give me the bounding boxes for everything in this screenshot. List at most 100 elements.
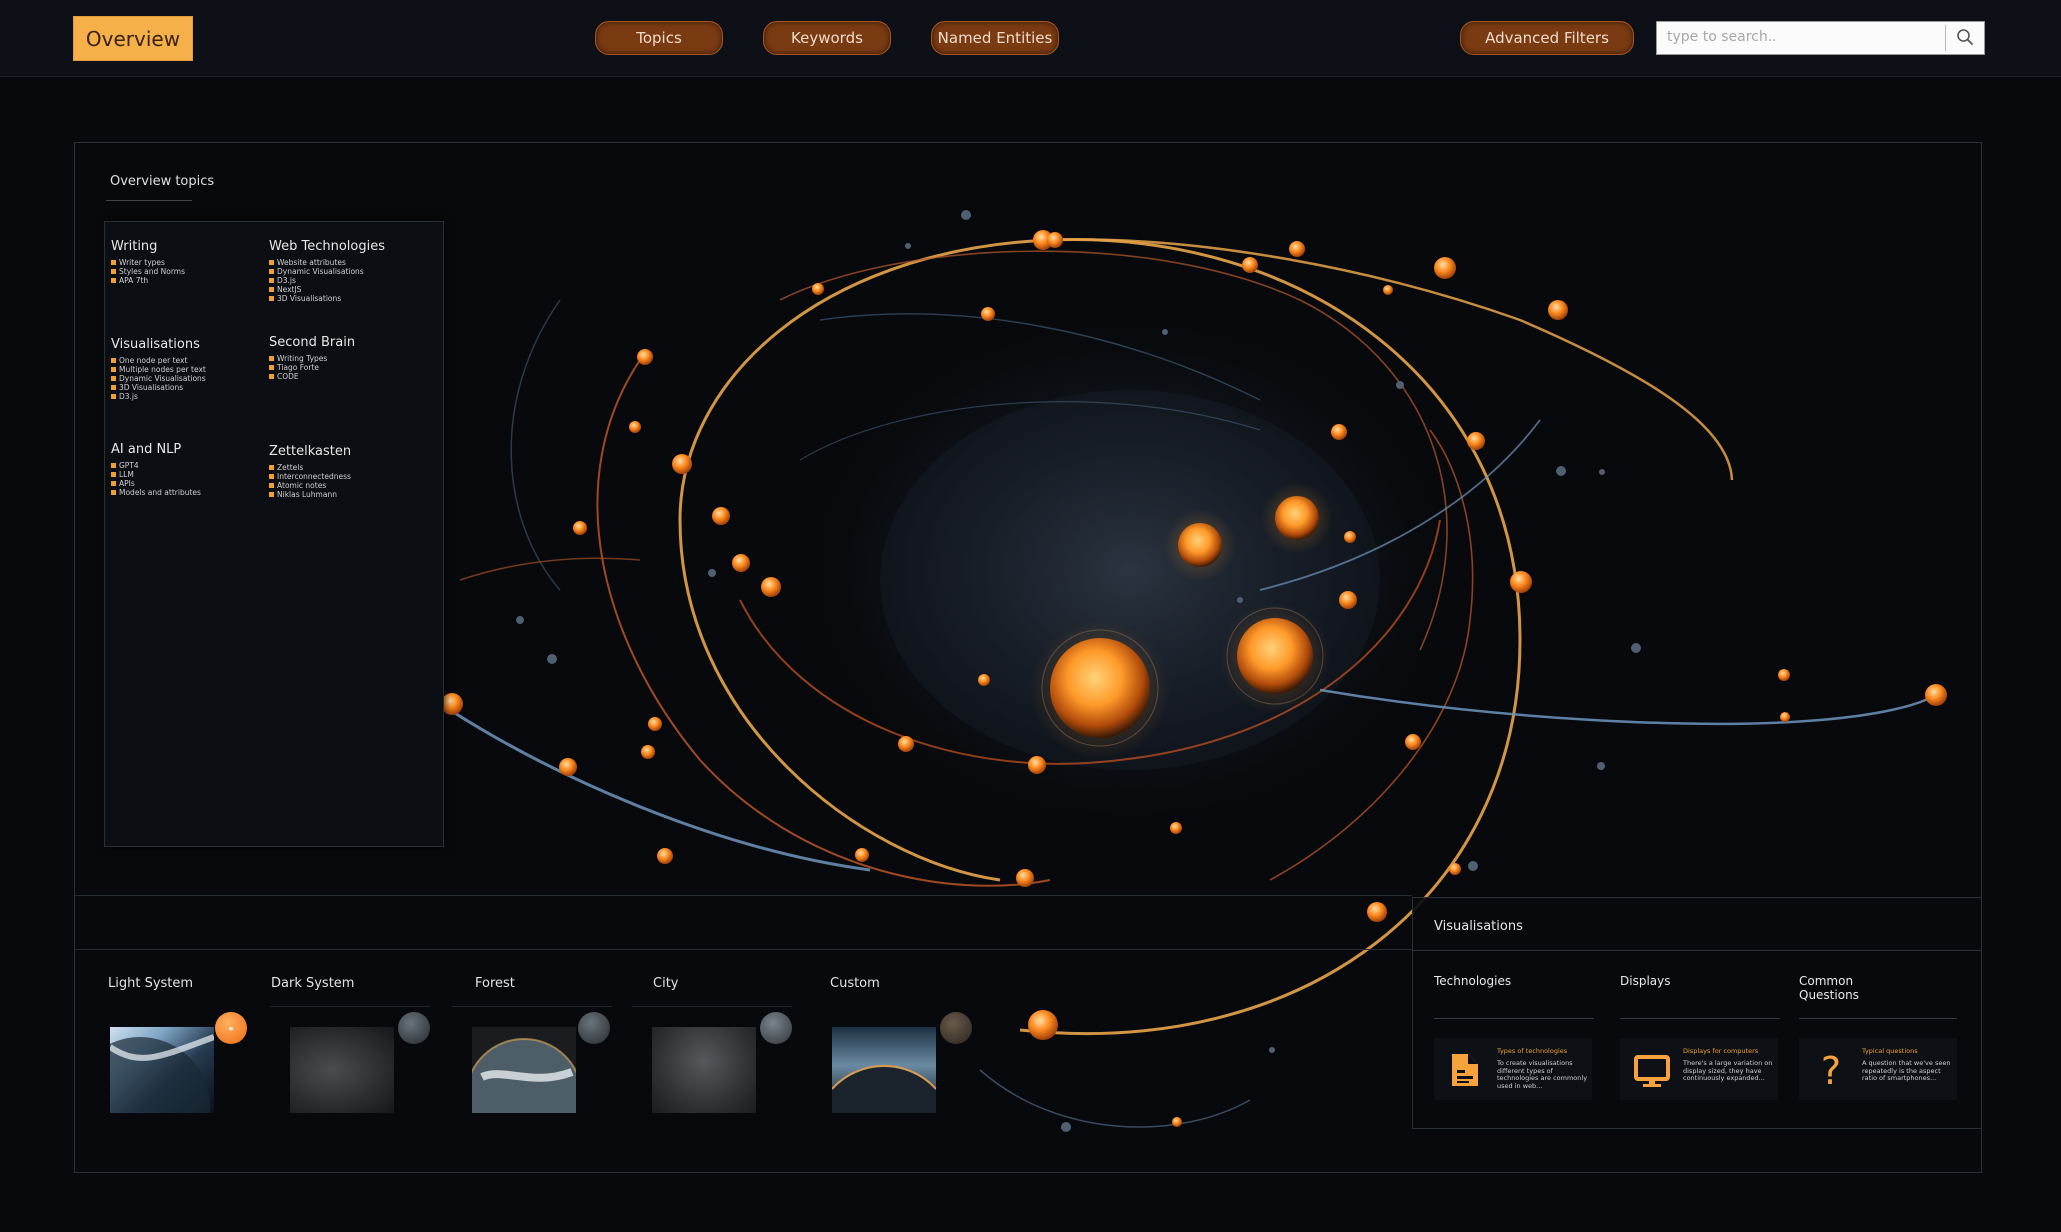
graph-node[interactable] bbox=[1925, 684, 1947, 706]
topic-item[interactable]: CODE bbox=[269, 372, 355, 381]
topic-item[interactable]: Dynamic Visualisations bbox=[111, 374, 206, 383]
graph-node[interactable] bbox=[1780, 712, 1790, 722]
topic-item[interactable]: Zettels bbox=[269, 463, 351, 472]
topic-category-title: Visualisations bbox=[111, 337, 200, 352]
graph-node[interactable] bbox=[1170, 822, 1182, 834]
theme-planet-badge[interactable] bbox=[578, 1012, 610, 1044]
graph-node[interactable] bbox=[1016, 869, 1034, 887]
topic-item[interactable]: One node per text bbox=[111, 356, 206, 365]
theme-thumbnail-city[interactable] bbox=[652, 1027, 756, 1113]
topic-item[interactable]: Models and attributes bbox=[111, 488, 201, 497]
graph-node[interactable] bbox=[812, 283, 824, 295]
topic-item[interactable]: APIs bbox=[111, 479, 201, 488]
graph-node[interactable] bbox=[657, 848, 673, 864]
graph-node[interactable] bbox=[981, 307, 995, 321]
theme-label-forest[interactable]: Forest bbox=[475, 976, 515, 991]
graph-node[interactable] bbox=[732, 554, 750, 572]
hub-node-upper-left[interactable] bbox=[1178, 523, 1222, 567]
theme-thumbnail-custom[interactable] bbox=[832, 1027, 936, 1113]
vis-column-title-displays[interactable]: Displays bbox=[1620, 974, 1670, 988]
topic-item[interactable]: LLM bbox=[111, 470, 201, 479]
graph-node[interactable] bbox=[712, 507, 730, 525]
topic-category-ai-and-nlp[interactable]: AI and NLP GPT4 LLM APIs Models and attr… bbox=[111, 442, 201, 497]
graph-node[interactable] bbox=[629, 421, 641, 433]
topic-category-zettelkasten[interactable]: Zettelkasten Zettels Interconnectedness … bbox=[269, 444, 351, 499]
graph-node[interactable] bbox=[1344, 531, 1356, 543]
topic-category-visualisations[interactable]: Visualisations One node per text Multipl… bbox=[111, 337, 206, 401]
topic-item[interactable]: NextJS bbox=[269, 285, 385, 294]
graph-node[interactable] bbox=[1405, 734, 1421, 750]
topic-item[interactable]: Tiago Forte bbox=[269, 363, 355, 372]
theme-label-city[interactable]: City bbox=[653, 976, 678, 991]
topic-item[interactable]: Multiple nodes per text bbox=[111, 365, 206, 374]
topic-item[interactable]: Dynamic Visualisations bbox=[269, 267, 385, 276]
graph-node[interactable] bbox=[637, 349, 653, 365]
hub-node-main[interactable] bbox=[1050, 638, 1150, 738]
graph-node[interactable] bbox=[1028, 756, 1046, 774]
theme-planet-badge[interactable] bbox=[398, 1012, 430, 1044]
hub-node-upper-right[interactable] bbox=[1275, 496, 1319, 540]
topic-item[interactable]: Writer types bbox=[111, 258, 185, 267]
hub-node-right[interactable] bbox=[1237, 618, 1313, 694]
topic-item[interactable]: APA 7th bbox=[111, 276, 185, 285]
topic-category-second-brain[interactable]: Second Brain Writing Types Tiago Forte C… bbox=[269, 335, 355, 381]
topic-item[interactable]: Styles and Norms bbox=[111, 267, 185, 276]
graph-node[interactable] bbox=[1047, 232, 1063, 248]
topic-category-writing[interactable]: Writing Writer types Styles and Norms AP… bbox=[111, 239, 185, 285]
graph-node[interactable] bbox=[761, 577, 781, 597]
graph-node[interactable] bbox=[559, 758, 577, 776]
graph-node[interactable] bbox=[1331, 424, 1347, 440]
topic-item[interactable]: Atomic notes bbox=[269, 481, 351, 490]
satellite-node bbox=[1396, 381, 1404, 389]
graph-node[interactable] bbox=[441, 693, 463, 715]
vis-card-displays[interactable]: Displays for computers There's a large v… bbox=[1620, 1038, 1778, 1100]
vis-column-title-common-questions[interactable]: Common Questions bbox=[1799, 974, 1859, 1002]
topic-item[interactable]: Writing Types bbox=[269, 354, 355, 363]
graph-node[interactable] bbox=[1434, 257, 1456, 279]
topic-item[interactable]: 3D Visualisations bbox=[269, 294, 385, 303]
graph-node[interactable] bbox=[573, 521, 587, 535]
graph-node[interactable] bbox=[672, 454, 692, 474]
graph-node[interactable] bbox=[855, 848, 869, 862]
graph-node[interactable] bbox=[1028, 1010, 1058, 1040]
graph-node[interactable] bbox=[1383, 285, 1393, 295]
vis-card-common-questions[interactable]: ? Typical questions A question that we'v… bbox=[1799, 1038, 1957, 1100]
graph-node[interactable] bbox=[1367, 902, 1387, 922]
theme-label-dark-system[interactable]: Dark System bbox=[271, 976, 354, 991]
graph-node[interactable] bbox=[1172, 1117, 1182, 1127]
topic-item[interactable]: Website attributes bbox=[269, 258, 385, 267]
graph-node[interactable] bbox=[641, 745, 655, 759]
topic-item[interactable]: 3D Visualisations bbox=[111, 383, 206, 392]
graph-node[interactable] bbox=[1778, 669, 1790, 681]
graph-node[interactable] bbox=[1548, 300, 1568, 320]
topics-panel-title: Overview topics bbox=[110, 174, 215, 189]
link-icon: ⚭ bbox=[227, 1025, 235, 1035]
vis-card-text: To create visualisations different types… bbox=[1497, 1059, 1588, 1090]
topic-item[interactable]: Niklas Luhmann bbox=[269, 490, 351, 499]
vis-card-technologies[interactable]: Types of technologies To create visualis… bbox=[1434, 1038, 1592, 1100]
graph-node[interactable] bbox=[648, 717, 662, 731]
theme-label-light-system[interactable]: Light System bbox=[108, 976, 193, 991]
theme-label-custom[interactable]: Custom bbox=[830, 976, 880, 991]
graph-node[interactable] bbox=[1510, 571, 1532, 593]
graph-node[interactable] bbox=[1339, 591, 1357, 609]
theme-thumbnail-forest[interactable] bbox=[472, 1027, 576, 1113]
vis-column-title-technologies[interactable]: Technologies bbox=[1434, 974, 1511, 988]
topic-item[interactable]: Interconnectedness bbox=[269, 472, 351, 481]
theme-selected-badge[interactable]: ⚭ bbox=[215, 1012, 247, 1044]
theme-thumbnail-light-system[interactable] bbox=[110, 1027, 214, 1113]
topic-item[interactable]: D3.js bbox=[111, 392, 206, 401]
graph-node[interactable] bbox=[1467, 432, 1485, 450]
graph-node[interactable] bbox=[1449, 863, 1461, 875]
graph-node[interactable] bbox=[1289, 241, 1305, 257]
graph-node[interactable] bbox=[898, 736, 914, 752]
theme-thumbnail-dark-system[interactable] bbox=[290, 1027, 394, 1113]
theme-planet-badge[interactable] bbox=[940, 1012, 972, 1044]
topic-item[interactable]: GPT4 bbox=[111, 461, 201, 470]
topic-category-title: Second Brain bbox=[269, 335, 356, 350]
topic-item[interactable]: D3.js bbox=[269, 276, 385, 285]
theme-planet-badge[interactable] bbox=[760, 1012, 792, 1044]
graph-node[interactable] bbox=[1242, 257, 1258, 273]
topic-category-web-technologies[interactable]: Web Technologies Website attributes Dyna… bbox=[269, 239, 385, 303]
graph-node[interactable] bbox=[978, 674, 990, 686]
